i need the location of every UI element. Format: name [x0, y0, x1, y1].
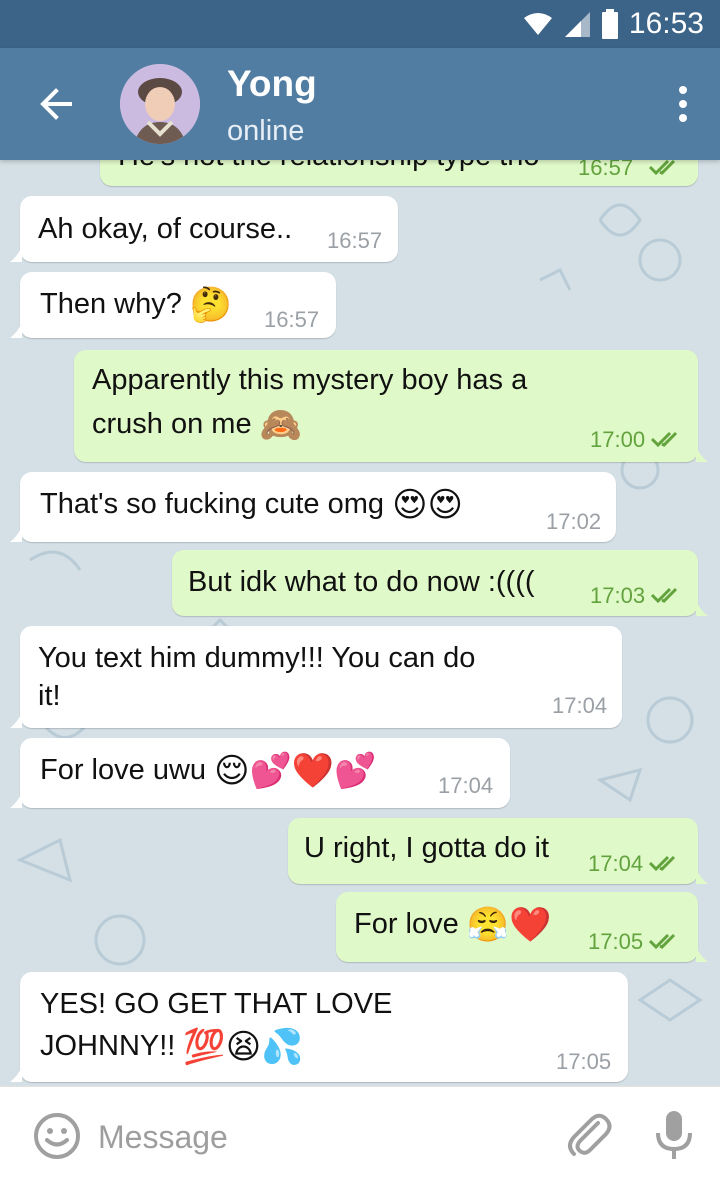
arrow-left-icon — [40, 88, 72, 120]
message-time: 17:04 — [438, 773, 494, 798]
bubble-tail — [10, 526, 22, 542]
bubble-tail — [10, 1066, 22, 1082]
message-outgoing[interactable]: Apparently this mystery boy has a crush … — [74, 350, 708, 462]
message-time: 17:04 — [588, 851, 644, 876]
microphone-icon — [656, 1111, 692, 1159]
message-time: 16:57 — [264, 307, 320, 332]
message-text-line2: it! — [38, 680, 61, 712]
more-vertical-icon-dot — [679, 114, 687, 122]
hundred-tired-sweat-emoji: 💯😫💦 — [183, 1028, 304, 1067]
message-text: That's so fucking cute omg 😍😍 — [40, 484, 463, 525]
microphone-button[interactable] — [646, 1107, 702, 1163]
message-text: For love 😤❤️ — [354, 904, 552, 945]
message-incoming[interactable]: YES! GO GET THAT LOVE JOHNNY!! 💯😫💦 17:05 — [10, 972, 628, 1082]
message-incoming[interactable]: Then why? 🤔 16:57 — [10, 272, 336, 338]
message-text-line2: crush on me 🙈 — [92, 404, 302, 445]
paperclip-icon — [568, 1113, 612, 1156]
message-composer — [0, 1086, 720, 1184]
status-bar: 16:53 — [0, 0, 720, 48]
bubble-tail — [10, 712, 22, 728]
message-incoming[interactable]: You text him dummy!!! You can do it! 17:… — [10, 626, 622, 728]
message-text: Then why? 🤔 — [40, 284, 232, 325]
message-text-line2: JOHNNY!! 💯😫💦 — [40, 1026, 304, 1067]
message-time: 17:05 — [556, 1049, 612, 1074]
message-outgoing[interactable]: He's not the relationship type tho 16:57 — [100, 160, 698, 186]
wifi-icon — [523, 13, 552, 35]
message-time: 17:05 — [588, 929, 644, 954]
message-text-line1: Apparently this mystery boy has a — [92, 364, 528, 396]
avatar-photo — [120, 64, 200, 144]
message-outgoing[interactable]: U right, I gotta do it 17:04 — [288, 818, 708, 884]
message-time: 17:04 — [552, 693, 608, 718]
chat-header: Yong online — [0, 48, 720, 160]
more-vertical-icon — [679, 86, 687, 94]
double-check-icon — [648, 855, 676, 872]
message-text-body: For love uwu — [40, 754, 207, 786]
bubble-tail — [696, 446, 708, 462]
message-text-body: Then why? — [40, 288, 182, 320]
double-check-icon — [650, 431, 678, 448]
message-time: 16:57 — [327, 228, 383, 253]
triumph-heart-emoji: 😤❤️ — [466, 906, 552, 945]
message-outgoing[interactable]: But idk what to do now :(((( 17:03 — [172, 550, 708, 616]
status-icons: 16:53 — [523, 6, 704, 42]
message-text: U right, I gotta do it — [304, 832, 550, 864]
message-outgoing[interactable]: For love 😤❤️ 17:05 — [336, 892, 708, 962]
status-time: 16:53 — [628, 7, 704, 40]
emoji-button[interactable] — [32, 1111, 82, 1161]
message-text: But idk what to do now :(((( — [188, 566, 535, 598]
double-check-icon — [650, 587, 678, 604]
more-vertical-icon-dot — [679, 100, 687, 108]
back-button[interactable] — [30, 78, 82, 130]
message-text-body: For love — [354, 908, 459, 940]
double-check-icon — [648, 160, 676, 176]
smiley-icon — [34, 1113, 80, 1159]
bubble-tail — [10, 246, 22, 262]
message-incoming[interactable]: Ah okay, of course.. 16:57 — [10, 196, 398, 262]
attach-button[interactable] — [560, 1107, 616, 1163]
heart-eyes-emoji: 😍😍 — [392, 486, 463, 525]
battery-icon — [601, 9, 618, 39]
avatar[interactable] — [120, 64, 200, 144]
message-text: Ah okay, of course.. — [38, 213, 293, 245]
bubble-tail — [10, 792, 22, 808]
contact-status: online — [227, 115, 305, 147]
message-text-body: That's so fucking cute omg — [40, 488, 385, 520]
message-text-line1: You text him dummy!!! You can do — [38, 642, 476, 674]
message-input[interactable] — [96, 1111, 540, 1163]
message-time: 17:03 — [590, 583, 646, 608]
message-text-body: crush on me — [92, 408, 252, 440]
message-text-body: JOHNNY!! — [40, 1030, 176, 1062]
bubble-tail — [696, 946, 708, 962]
thinking-emoji: 🤔 — [189, 286, 233, 325]
message-time: 16:57 — [578, 160, 634, 180]
signal-icon — [564, 12, 590, 37]
double-check-icon — [648, 933, 676, 950]
bubble-tail — [696, 600, 708, 616]
more-menu-button[interactable] — [668, 78, 698, 130]
chat-area[interactable]: He's not the relationship type tho 16:57… — [0, 160, 720, 1086]
bubble-tail — [696, 868, 708, 884]
see-no-evil-monkey-emoji: 🙈 — [259, 406, 302, 445]
message-incoming[interactable]: For love uwu 😌💕❤️💕 17:04 — [10, 738, 510, 808]
message-text: He's not the relationship type tho — [118, 160, 539, 176]
message-time: 17:00 — [590, 427, 646, 452]
message-text: For love uwu 😌💕❤️💕 — [40, 750, 377, 791]
message-time: 17:02 — [546, 509, 602, 534]
relieved-hearts-emoji: 😌💕❤️💕 — [214, 752, 377, 791]
message-incoming[interactable]: That's so fucking cute omg 😍😍 17:02 — [10, 472, 616, 542]
bubble-tail — [10, 322, 22, 338]
contact-name[interactable]: Yong — [227, 62, 317, 106]
message-text-line1: YES! GO GET THAT LOVE — [40, 988, 393, 1020]
